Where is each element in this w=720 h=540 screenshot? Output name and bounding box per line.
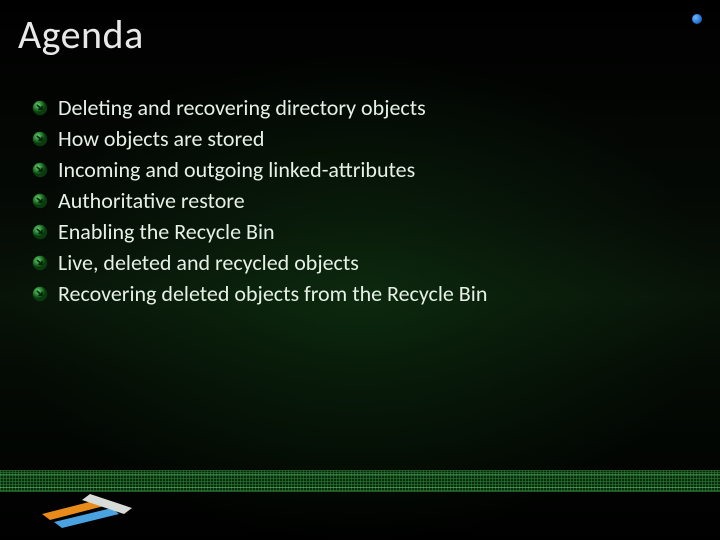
list-item: Enabling the Recycle Bin <box>32 216 487 247</box>
agenda-list: Deleting and recovering directory object… <box>32 92 487 309</box>
arrow-bullet-icon <box>32 162 48 178</box>
list-item: Live, deleted and recycled objects <box>32 247 487 278</box>
arrow-bullet-icon <box>32 100 48 116</box>
arrow-bullet-icon <box>32 131 48 147</box>
list-item: How objects are stored <box>32 123 487 154</box>
arrow-bullet-icon <box>32 224 48 240</box>
slide: Agenda Deleting and recovering directory… <box>0 0 720 540</box>
arrow-bullet-icon <box>32 286 48 302</box>
list-item-text: Deleting and recovering directory object… <box>58 92 426 123</box>
slide-title: Agenda <box>18 10 144 59</box>
footer-logo-icon <box>42 486 132 532</box>
list-item-text: Authoritative restore <box>58 185 245 216</box>
list-item-text: Recovering deleted objects from the Recy… <box>58 278 487 309</box>
list-item: Authoritative restore <box>32 185 487 216</box>
list-item: Incoming and outgoing linked-attributes <box>32 154 487 185</box>
list-item-text: How objects are stored <box>58 123 264 154</box>
corner-dot-icon <box>692 14 702 24</box>
list-item-text: Live, deleted and recycled objects <box>58 247 359 278</box>
list-item: Recovering deleted objects from the Recy… <box>32 278 487 309</box>
arrow-bullet-icon <box>32 255 48 271</box>
list-item-text: Enabling the Recycle Bin <box>58 216 275 247</box>
arrow-bullet-icon <box>32 193 48 209</box>
list-item-text: Incoming and outgoing linked-attributes <box>58 154 415 185</box>
list-item: Deleting and recovering directory object… <box>32 92 487 123</box>
